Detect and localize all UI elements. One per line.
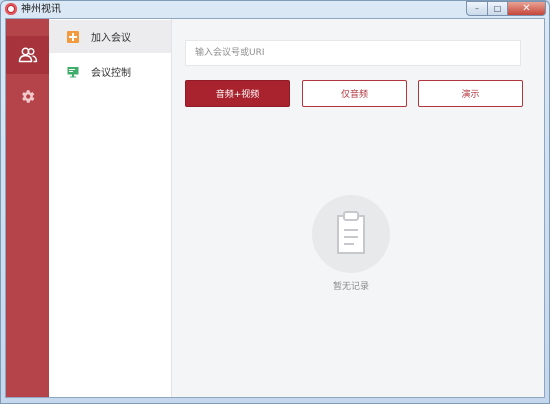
window-title: 神州视讯 [21, 4, 61, 15]
icon-rail [6, 19, 49, 397]
title-bar[interactable]: 神州视讯 – □ ✕ [1, 1, 549, 18]
rail-item-settings[interactable] [6, 77, 49, 115]
monitor-icon [67, 66, 79, 77]
meeting-number-input[interactable] [185, 40, 521, 66]
close-button[interactable]: ✕ [508, 1, 546, 16]
menu-item-label: 会议控制 [91, 68, 131, 79]
client-area: 加入会议 会议控制 音频+视频 仅音频 演示 [5, 18, 545, 398]
gear-icon [22, 89, 35, 103]
clipboard-icon [337, 211, 365, 254]
contacts-icon [18, 47, 37, 63]
empty-state-circle [312, 195, 390, 273]
menu-item-meeting-control[interactable]: 会议控制 [49, 55, 171, 88]
menu-item-label: 加入会议 [91, 33, 131, 44]
window-controls: – □ ✕ [466, 1, 546, 17]
app-logo-icon [5, 3, 17, 15]
audio-video-button[interactable]: 音频+视频 [185, 80, 290, 107]
minimize-button[interactable]: – [466, 1, 488, 16]
plus-icon [67, 30, 79, 43]
rail-item-contacts[interactable] [6, 36, 49, 74]
maximize-button[interactable]: □ [488, 1, 508, 16]
menu-item-join-meeting[interactable]: 加入会议 [49, 20, 171, 53]
presentation-button[interactable]: 演示 [418, 80, 523, 107]
app-window: 神州视讯 – □ ✕ 加入会议 会议控制 输入会议号或URI 音频+视频 仅音频… [0, 0, 550, 404]
side-menu: 加入会议 会议控制 [49, 19, 172, 397]
empty-state-text: 暂无记录 [332, 282, 369, 292]
empty-state: 暂无记录 [312, 195, 392, 295]
join-meeting-panel: 音频+视频 仅音频 演示 暂无记录 [172, 19, 544, 397]
audio-only-button[interactable]: 仅音频 [302, 80, 407, 107]
